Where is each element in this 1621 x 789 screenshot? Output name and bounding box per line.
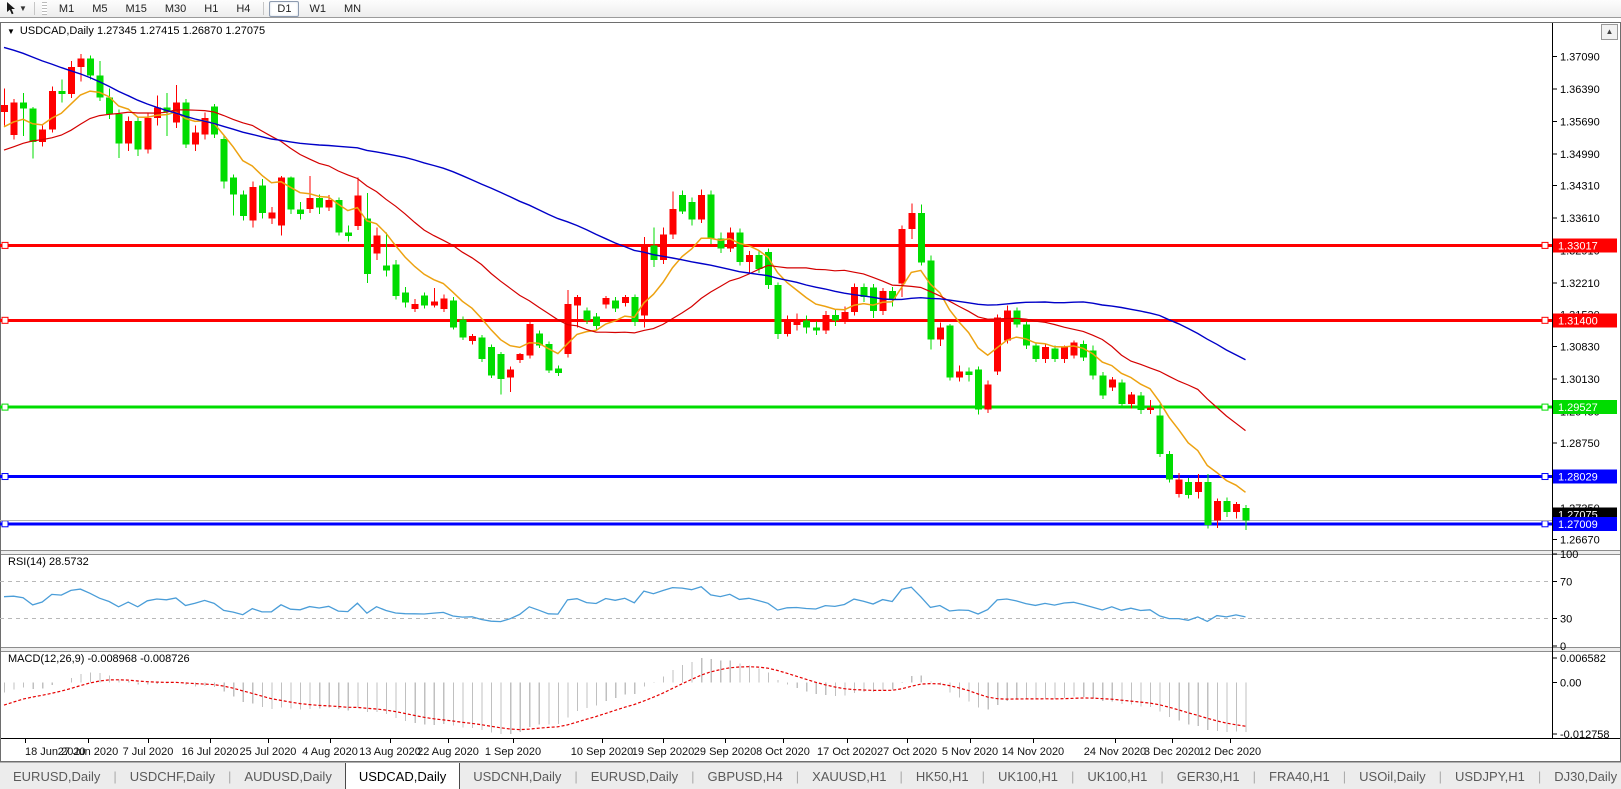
date-tick-label: 5 Nov 2020 (942, 746, 998, 758)
chart-legend[interactable]: ▼ USDCAD,Daily 1.27345 1.27415 1.26870 1.… (7, 25, 265, 37)
date-tick-label: 25 Jul 2020 (240, 746, 297, 758)
date-tick-label: 29 Sep 2020 (694, 746, 756, 758)
hline-handle[interactable] (1541, 473, 1549, 481)
hline-handle[interactable] (1, 473, 9, 481)
date-tick-label: 24 Nov 2020 (1084, 746, 1146, 758)
hline-handle[interactable] (1541, 316, 1549, 324)
price-line-label: 1.31400 (1553, 313, 1617, 328)
rsi-axis-label: 30 (1560, 613, 1572, 625)
date-tick-label: 19 Sep 2020 (632, 746, 694, 758)
date-tick-label: 16 Jul 2020 (182, 746, 239, 758)
hline-handle[interactable] (1541, 520, 1549, 528)
macd-axis-label: -0.012758 (1560, 729, 1610, 741)
price-tick-label: 1.34990 (1560, 149, 1600, 161)
rsi-value: 28.5732 (48, 556, 89, 568)
hline-handle[interactable] (1, 520, 9, 528)
chart-tab-usoil-daily[interactable]: USOil,Daily (1346, 763, 1438, 789)
chart-tab-usdcnh-daily[interactable]: USDCNH,Daily (460, 763, 574, 789)
date-tick-label: 4 Aug 2020 (302, 746, 358, 758)
rsi-axis-label: 0 (1560, 641, 1566, 653)
chart-canvas[interactable]: 1.37090 1.36390 1.35690 1.34990 1.34310 1.336… (0, 0, 1621, 789)
date-tick-label: 1 Sep 2020 (485, 746, 541, 758)
hline-handle[interactable] (1541, 241, 1549, 249)
price-tick-label: 1.32210 (1560, 278, 1600, 290)
svg-text:1.31400: 1.31400 (1558, 315, 1598, 327)
chart-tab-usdcad-daily[interactable]: USDCAD,Daily (344, 763, 461, 789)
rsi-axis-label: 100 (1560, 549, 1578, 561)
hline-handle[interactable] (1, 316, 9, 324)
date-tick-label: 3 Dec 2020 (1144, 746, 1200, 758)
chart-tab-bar: EURUSD,Daily | USDCHF,Daily | AUDUSD,Daily US… (0, 762, 1621, 789)
chart-tab-uk100-h1[interactable]: UK100,H1 (1074, 763, 1160, 789)
rsi-axis-label: 70 (1560, 577, 1572, 589)
price-line-label: 1.33017 (1553, 238, 1617, 253)
chart-tab-hk50-h1[interactable]: HK50,H1 (903, 763, 982, 789)
legend-ohlc: 1.27345 1.27415 1.26870 1.27075 (96, 25, 266, 37)
macd-axis-label: 0.006582 (1560, 653, 1606, 665)
price-line-label: 1.28029 (1553, 469, 1617, 484)
hline-handle[interactable] (1, 241, 9, 249)
price-tick-label: 1.36390 (1560, 84, 1600, 96)
chart-tab-eurusd-daily[interactable]: EURUSD,Daily (0, 763, 113, 789)
price-tick-label: 1.28750 (1560, 438, 1600, 450)
mt4-window: ▼ M1 M5 M15 M30 H1 H4 D1 W1 MN 1.37090 1.36390 1.… (0, 0, 1621, 789)
price-line-label: 1.29527 (1553, 400, 1617, 415)
rsi-indicator-label: RSI(14) 28.5732 (8, 556, 89, 568)
date-tick-label: 27 Jun 2020 (58, 746, 119, 758)
date-tick-label: 13 Aug 2020 (359, 746, 421, 758)
price-tick-label: 1.26670 (1560, 534, 1600, 546)
date-tick-label: 10 Sep 2020 (571, 746, 633, 758)
date-tick-label: 12 Dec 2020 (1199, 746, 1261, 758)
macd-axis-label: 0.00 (1560, 677, 1581, 689)
chart-tab-usdchf-daily[interactable]: USDCHF,Daily (117, 763, 228, 789)
date-tick-label: 17 Oct 2020 (817, 746, 877, 758)
svg-text:1.33017: 1.33017 (1558, 240, 1598, 252)
price-tick-label: 1.34310 (1560, 180, 1600, 192)
svg-text:1.29527: 1.29527 (1558, 402, 1598, 414)
hline-handle[interactable] (1, 403, 9, 411)
date-tick-label: 8 Oct 2020 (756, 746, 810, 758)
chart-tab-dj30-daily[interactable]: DJ30,Daily (1541, 763, 1621, 789)
svg-text:1.27009: 1.27009 (1558, 519, 1598, 531)
legend-expander-icon[interactable]: ▼ (7, 27, 15, 36)
price-tick-label: 1.30130 (1560, 374, 1600, 386)
price-tick-label: 1.37090 (1560, 52, 1600, 64)
price-tick-label: 1.35690 (1560, 117, 1600, 129)
date-tick-label: 27 Oct 2020 (877, 746, 937, 758)
chart-tab-usdjpy-h1[interactable]: USDJPY,H1 (1442, 763, 1538, 789)
price-line-label: 1.27009 (1553, 516, 1617, 531)
price-tick-label: 1.30830 (1560, 342, 1600, 354)
date-tick-label: 22 Aug 2020 (417, 746, 479, 758)
chart-tab-xauusd-h1[interactable]: XAUUSD,H1 (799, 763, 899, 789)
price-tick-label: 1.33610 (1560, 213, 1600, 225)
date-tick-label: 7 Jul 2020 (123, 746, 174, 758)
chart-tab-gbpusd-h4[interactable]: GBPUSD,H4 (695, 763, 796, 789)
chart-tab-eurusd-daily[interactable]: EURUSD,Daily (578, 763, 691, 789)
chart-tab-fra40-h1[interactable]: FRA40,H1 (1256, 763, 1343, 789)
chart-tab-audusd-daily[interactable]: AUDUSD,Daily (231, 763, 344, 789)
macd-indicator-label: MACD(12,26,9) -0.008968 -0.008726 (8, 653, 190, 665)
hline-handle[interactable] (1541, 403, 1549, 411)
svg-text:1.28029: 1.28029 (1558, 472, 1598, 484)
date-tick-label: 14 Nov 2020 (1002, 746, 1064, 758)
chart-tab-uk100-h1[interactable]: UK100,H1 (985, 763, 1071, 789)
chart-scroll-up-button[interactable]: ▲ (1601, 24, 1618, 40)
chart-tab-ger30-h1[interactable]: GER30,H1 (1164, 763, 1253, 789)
legend-symbol: USDCAD,Daily (19, 25, 94, 37)
macd-values: -0.008968 -0.008726 (87, 653, 190, 665)
